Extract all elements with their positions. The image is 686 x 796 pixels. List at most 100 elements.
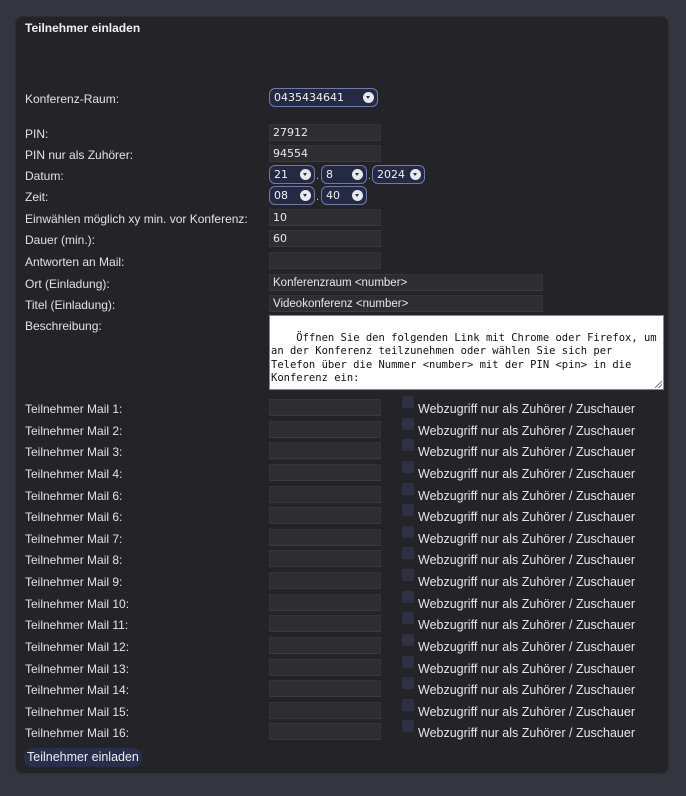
description-textarea[interactable]: Öffnen Sie den folgenden Link mit Chrome… bbox=[269, 315, 664, 390]
resize-handle-icon[interactable] bbox=[655, 381, 662, 388]
time-separator: . bbox=[316, 191, 320, 203]
reply-label: Antworten an Mail: bbox=[25, 255, 125, 269]
participant-row: Teilnehmer Mail 10: Webzugriff nur als Zu… bbox=[15, 591, 669, 614]
participant-label: Teilnehmer Mail 14: bbox=[25, 683, 130, 697]
hour-select-value: 08 bbox=[274, 189, 288, 202]
participant-label: Teilnehmer Mail 15: bbox=[25, 705, 130, 719]
subject-input[interactable]: Videokonferenz <number> bbox=[269, 295, 543, 312]
chevron-down-icon bbox=[352, 169, 363, 180]
participant-row: Teilnehmer Mail 7: Webzugriff nur als Zuh… bbox=[15, 526, 669, 549]
room-select-value: 0435434641 bbox=[274, 91, 344, 104]
day-select[interactable]: 21 bbox=[269, 165, 315, 184]
day-select-value: 21 bbox=[274, 168, 288, 181]
participant-label: Teilnehmer Mail 10: bbox=[25, 597, 130, 611]
dialin-input[interactable]: 10 bbox=[269, 209, 381, 226]
month-select-value: 8 bbox=[326, 168, 333, 181]
participant-email-input[interactable] bbox=[269, 723, 381, 740]
participant-row: Teilnehmer Mail 6: Webzugriff nur als Zuh… bbox=[15, 483, 669, 506]
listener-only-checkbox[interactable] bbox=[402, 504, 414, 516]
pin-listener-row: PIN nur als Zuhörer: 94554 bbox=[15, 145, 669, 165]
listener-only-checkbox[interactable] bbox=[402, 396, 414, 408]
listener-only-checkbox[interactable] bbox=[402, 483, 414, 495]
participant-email-input[interactable] bbox=[269, 572, 381, 589]
participant-email-input[interactable] bbox=[269, 637, 381, 654]
room-select[interactable]: 0435434641 bbox=[269, 88, 378, 107]
listener-only-label: Webzugriff nur als Zuhörer / Zuschauer bbox=[418, 532, 635, 546]
participant-email-input[interactable] bbox=[269, 594, 381, 611]
participant-email-input[interactable] bbox=[269, 442, 381, 459]
listener-only-checkbox[interactable] bbox=[402, 656, 414, 668]
participant-email-input[interactable] bbox=[269, 680, 381, 697]
participant-row: Teilnehmer Mail 13: Webzugriff nur als Zu… bbox=[15, 656, 669, 679]
listener-only-checkbox[interactable] bbox=[402, 634, 414, 646]
invite-button[interactable]: Teilnehmer einladen bbox=[24, 748, 142, 767]
participant-label: Teilnehmer Mail 6: bbox=[25, 510, 123, 524]
participant-email-input[interactable] bbox=[269, 615, 381, 632]
duration-label: Dauer (min.): bbox=[25, 233, 96, 247]
participant-email-input[interactable] bbox=[269, 529, 381, 546]
listener-only-label: Webzugriff nur als Zuhörer / Zuschauer bbox=[418, 510, 635, 524]
participant-row: Teilnehmer Mail 4: Webzugriff nur als Zuh… bbox=[15, 461, 669, 484]
listener-only-checkbox[interactable] bbox=[402, 569, 414, 581]
listener-only-checkbox[interactable] bbox=[402, 526, 414, 538]
description-text: Öffnen Sie den folgenden Link mit Chrome… bbox=[271, 331, 663, 385]
chevron-down-icon bbox=[410, 169, 421, 180]
participant-email-input[interactable] bbox=[269, 464, 381, 481]
participant-label: Teilnehmer Mail 1: bbox=[25, 402, 123, 416]
month-select[interactable]: 8 bbox=[321, 165, 367, 184]
chevron-down-icon bbox=[300, 169, 311, 180]
date-separator: . bbox=[316, 170, 320, 182]
date-row: Datum: 21 . 8 . 2024 bbox=[15, 165, 669, 186]
listener-only-label: Webzugriff nur als Zuhörer / Zuschauer bbox=[418, 683, 635, 697]
participant-row: Teilnehmer Mail 8: Webzugriff nur als Zuh… bbox=[15, 547, 669, 570]
listener-only-checkbox[interactable] bbox=[402, 461, 414, 473]
participant-email-input[interactable] bbox=[269, 399, 381, 416]
listener-only-checkbox[interactable] bbox=[402, 547, 414, 559]
participant-label: Teilnehmer Mail 11: bbox=[25, 618, 129, 632]
hour-select[interactable]: 08 bbox=[269, 186, 315, 205]
reply-input[interactable] bbox=[269, 252, 381, 269]
chevron-down-icon bbox=[300, 190, 311, 201]
participant-email-input[interactable] bbox=[269, 507, 381, 524]
location-row: Ort (Einladung): Konferenzraum <number> bbox=[15, 274, 669, 294]
participant-label: Teilnehmer Mail 3: bbox=[25, 445, 123, 459]
participant-label: Teilnehmer Mail 7: bbox=[25, 532, 123, 546]
participant-email-input[interactable] bbox=[269, 550, 381, 567]
participant-label: Teilnehmer Mail 16: bbox=[25, 726, 130, 740]
participant-label: Teilnehmer Mail 4: bbox=[25, 467, 123, 481]
year-select[interactable]: 2024 bbox=[372, 165, 425, 184]
pin-input[interactable]: 27912 bbox=[269, 124, 381, 141]
listener-only-checkbox[interactable] bbox=[402, 677, 414, 689]
duration-input[interactable]: 60 bbox=[269, 230, 381, 247]
participant-email-input[interactable] bbox=[269, 486, 381, 503]
listener-only-label: Webzugriff nur als Zuhörer / Zuschauer bbox=[418, 553, 635, 567]
listener-only-label: Webzugriff nur als Zuhörer / Zuschauer bbox=[418, 705, 635, 719]
listener-only-checkbox[interactable] bbox=[402, 439, 414, 451]
minute-select[interactable]: 40 bbox=[321, 186, 367, 205]
listener-only-label: Webzugriff nur als Zuhörer / Zuschauer bbox=[418, 424, 635, 438]
participant-email-input[interactable] bbox=[269, 421, 381, 438]
participant-email-input[interactable] bbox=[269, 659, 381, 676]
listener-only-checkbox[interactable] bbox=[402, 612, 414, 624]
room-row: Konferenz-Raum: 0435434641 bbox=[15, 88, 669, 109]
participant-row: Teilnehmer Mail 16: Webzugriff nur als Zu… bbox=[15, 720, 669, 743]
dialin-row: Einwählen möglich xy min. vor Konferenz:… bbox=[15, 209, 669, 229]
pin-listener-input[interactable]: 94554 bbox=[269, 145, 381, 162]
year-select-value: 2024 bbox=[377, 168, 405, 181]
listener-only-checkbox[interactable] bbox=[402, 591, 414, 603]
chevron-down-icon bbox=[352, 190, 363, 201]
participant-email-input[interactable] bbox=[269, 702, 381, 719]
listener-only-checkbox[interactable] bbox=[402, 720, 414, 732]
dialin-label: Einwählen möglich xy min. vor Konferenz: bbox=[25, 212, 248, 226]
participant-row: Teilnehmer Mail 15: Webzugriff nur als Zu… bbox=[15, 699, 669, 722]
participant-row: Teilnehmer Mail 2: Webzugriff nur als Zuh… bbox=[15, 418, 669, 441]
listener-only-label: Webzugriff nur als Zuhörer / Zuschauer bbox=[418, 402, 635, 416]
subject-row: Titel (Einladung): Videokonferenz <numbe… bbox=[15, 295, 669, 315]
listener-only-checkbox[interactable] bbox=[402, 699, 414, 711]
minute-select-value: 40 bbox=[326, 189, 340, 202]
pin-label: PIN: bbox=[25, 127, 49, 141]
location-input[interactable]: Konferenzraum <number> bbox=[269, 274, 543, 291]
subject-label: Titel (Einladung): bbox=[25, 298, 116, 312]
participant-row: Teilnehmer Mail 14: Webzugriff nur als Zu… bbox=[15, 677, 669, 700]
listener-only-checkbox[interactable] bbox=[402, 418, 414, 430]
